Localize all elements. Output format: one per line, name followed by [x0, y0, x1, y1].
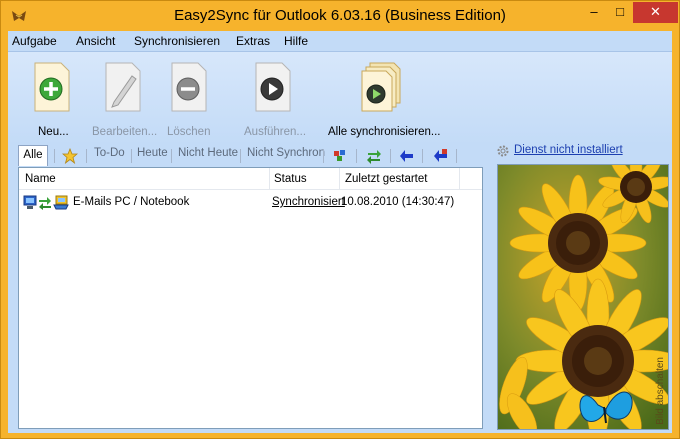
separator	[171, 149, 172, 163]
menu-ansicht[interactable]: Ansicht	[76, 34, 115, 48]
filter-bar: Alle To-Do Heute Nicht Heute Nicht Synch…	[18, 144, 488, 166]
column-last-started[interactable]: Zuletzt gestartet	[345, 173, 427, 185]
notebook-icon	[53, 195, 69, 210]
menu-extras[interactable]: Extras	[236, 34, 270, 48]
edit-pencil-icon	[105, 62, 141, 112]
new-button[interactable]: Neu...	[28, 58, 78, 144]
service-status[interactable]: Dienst nicht installiert	[496, 144, 666, 162]
list-header: Name Status Zuletzt gestartet	[19, 168, 482, 190]
menu-bar: Aufgabe Ansicht Synchronisieren Extras H…	[8, 31, 672, 52]
service-status-link[interactable]: Dienst nicht installiert	[514, 144, 623, 156]
sync-all-button[interactable]: Alle synchronisieren...	[326, 58, 441, 144]
task-list: Name Status Zuletzt gestartet E-Mails PC…	[18, 167, 483, 429]
tab-not-synced[interactable]: Nicht Synchron	[247, 147, 325, 166]
close-button[interactable]: ✕	[633, 2, 678, 23]
pc-icon	[23, 195, 37, 209]
tab-all[interactable]: Alle	[18, 145, 48, 166]
window-title: Easy2Sync für Outlook 6.03.16 (Business …	[174, 7, 506, 24]
column-status[interactable]: Status	[274, 173, 307, 185]
sync-arrows-icon[interactable]	[366, 148, 382, 164]
run-play-icon	[255, 62, 291, 112]
favorites-star-icon[interactable]	[62, 148, 78, 164]
client-area: Aufgabe Ansicht Synchronisieren Extras H…	[8, 31, 672, 433]
column-name[interactable]: Name	[25, 173, 56, 185]
menu-aufgabe[interactable]: Aufgabe	[12, 34, 57, 48]
separator	[323, 149, 324, 163]
delete-button[interactable]: Löschen	[164, 58, 218, 144]
tab-not-today[interactable]: Nicht Heute	[178, 147, 238, 166]
tab-todo[interactable]: To-Do	[94, 147, 125, 166]
table-row[interactable]: E-Mails PC / Notebook Synchronisiert 10.…	[19, 194, 482, 212]
maximize-button[interactable]: □	[607, 2, 633, 23]
sync-all-icon	[361, 62, 401, 112]
sunflower-picture: Bild abschalten	[497, 164, 669, 430]
row-last-started: 10.08.2010 (14:30:47)	[341, 196, 455, 208]
separator	[456, 149, 457, 163]
row-name: E-Mails PC / Notebook	[73, 196, 190, 208]
column-divider[interactable]	[269, 168, 270, 190]
title-bar[interactable]: Easy2Sync für Outlook 6.03.16 (Business …	[1, 1, 679, 31]
separator	[356, 149, 357, 163]
app-window: Easy2Sync für Outlook 6.03.16 (Business …	[0, 0, 680, 439]
minimize-button[interactable]: –	[581, 2, 607, 23]
left-arrow-icon[interactable]	[399, 149, 414, 163]
conflict-filter-icon[interactable]	[332, 148, 348, 164]
toolbar: Neu... Bearbeiten... Löschen Ausführen..…	[8, 52, 672, 144]
new-document-icon	[34, 62, 70, 112]
separator	[131, 149, 132, 163]
column-divider[interactable]	[459, 168, 460, 190]
delete-icon	[171, 62, 207, 112]
separator	[390, 149, 391, 163]
menu-synchronisieren[interactable]: Synchronisieren	[134, 34, 220, 48]
menu-hilfe[interactable]: Hilfe	[284, 34, 308, 48]
disable-picture-link[interactable]: Bild abschalten	[655, 357, 666, 425]
row-status-link[interactable]: Synchronisiert	[272, 196, 345, 208]
delete-arrow-icon[interactable]	[432, 148, 448, 164]
separator	[86, 149, 87, 163]
gear-icon	[497, 145, 509, 157]
run-button[interactable]: Ausführen...	[242, 58, 306, 144]
edit-button[interactable]: Bearbeiten...	[92, 58, 162, 144]
sunflower-image	[498, 165, 668, 429]
sync-arrows-icon	[39, 197, 51, 210]
tab-today[interactable]: Heute	[137, 147, 168, 166]
separator	[240, 149, 241, 163]
column-divider[interactable]	[339, 168, 340, 190]
separator	[54, 149, 55, 163]
separator	[422, 149, 423, 163]
